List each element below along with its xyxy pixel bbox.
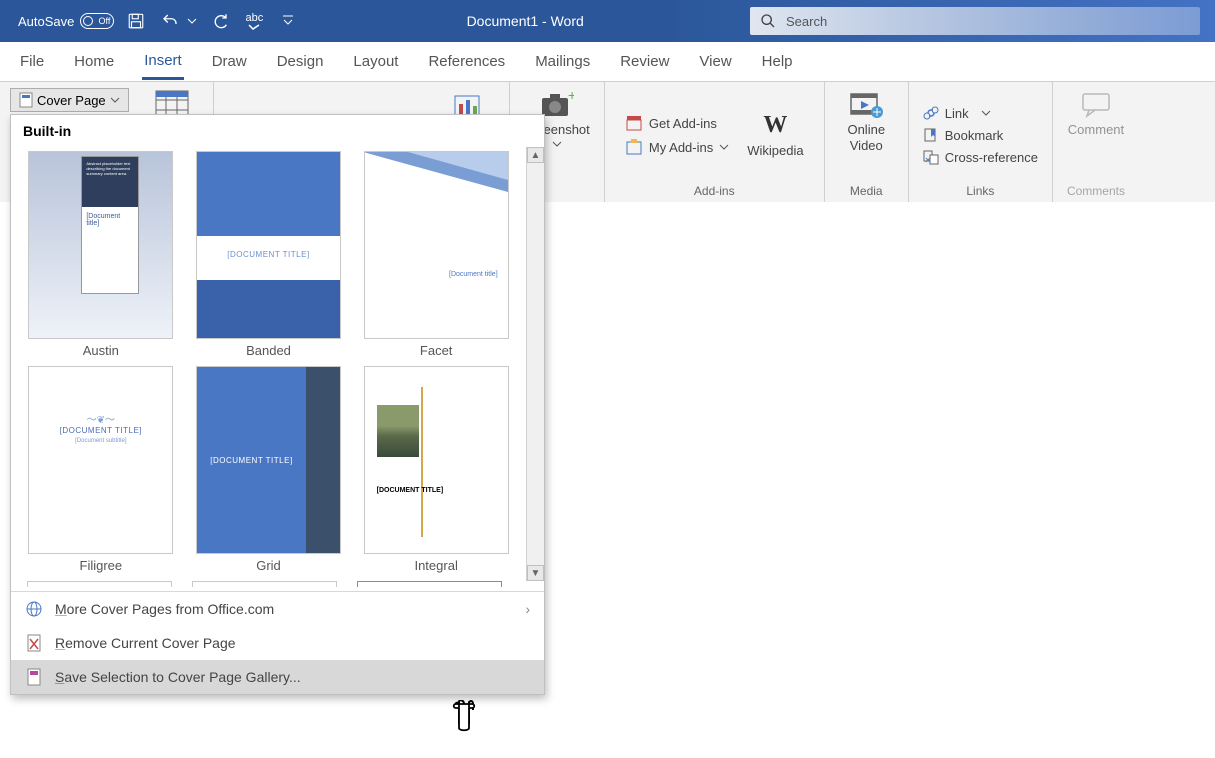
- chevron-down-icon: [110, 95, 120, 105]
- link-icon: [923, 105, 939, 121]
- comment-icon: [1079, 90, 1113, 118]
- bookmark-button[interactable]: Bookmark: [923, 127, 1004, 143]
- undo-dropdown-icon[interactable]: [186, 9, 198, 33]
- link-button[interactable]: Link: [923, 105, 991, 121]
- store-icon: [625, 114, 643, 132]
- scroll-down-icon[interactable]: ▼: [527, 565, 544, 581]
- cover-austin[interactable]: Abstract placeholder text describing the…: [27, 151, 175, 358]
- gallery-scrollbar[interactable]: ▲ ▼: [526, 147, 544, 581]
- tab-insert[interactable]: Insert: [142, 44, 184, 80]
- tab-design[interactable]: Design: [275, 45, 326, 78]
- redo-icon[interactable]: [208, 9, 232, 33]
- online-video-button[interactable]: OnlineVideo: [839, 90, 894, 153]
- cover-filigree[interactable]: 〜❦〜[DOCUMENT TITLE][Document subtitle] F…: [27, 366, 175, 573]
- autosave-toggle[interactable]: AutoSave Off: [18, 13, 114, 29]
- search-placeholder: Search: [786, 14, 827, 29]
- tab-view[interactable]: View: [697, 45, 733, 78]
- get-addins-button[interactable]: Get Add-ins: [625, 114, 717, 132]
- search-icon: [760, 13, 776, 29]
- remove-cover-page[interactable]: Remove Current Cover Page: [11, 626, 544, 660]
- tab-references[interactable]: References: [426, 45, 507, 78]
- title-bar: AutoSave Off abc Document1 - Word Search: [0, 0, 1215, 42]
- remove-page-icon: [25, 634, 43, 652]
- chevron-right-icon: ›: [525, 601, 530, 617]
- cross-reference-button[interactable]: Cross-reference: [923, 149, 1038, 165]
- autosave-label: AutoSave: [18, 14, 74, 29]
- cover-facet[interactable]: [Document title] Facet: [362, 151, 510, 358]
- search-box[interactable]: Search: [750, 7, 1200, 35]
- my-addins-button[interactable]: My Add-ins: [625, 138, 729, 156]
- chevron-down-icon: [981, 110, 991, 116]
- cover-integral[interactable]: [DOCUMENT TITLE] Integral: [362, 366, 510, 573]
- wikipedia-button[interactable]: W Wikipedia: [747, 112, 803, 158]
- gallery-section-header: Built-in: [11, 115, 544, 147]
- more-cover-pages[interactable]: More Cover Pages from Office.com ›: [11, 592, 544, 626]
- tab-home[interactable]: Home: [72, 45, 116, 78]
- scroll-up-icon[interactable]: ▲: [527, 147, 544, 163]
- qat-customize-icon[interactable]: [276, 9, 300, 33]
- menu-bar: File Home Insert Draw Design Layout Refe…: [0, 42, 1215, 82]
- page-icon: [19, 92, 33, 108]
- document-title: Document1 - Word: [300, 13, 750, 29]
- tab-file[interactable]: File: [18, 45, 46, 78]
- chevron-down-icon: [552, 141, 562, 147]
- svg-text:+: +: [568, 90, 574, 103]
- video-icon: [849, 90, 883, 118]
- tab-mailings[interactable]: Mailings: [533, 45, 592, 78]
- save-icon[interactable]: [124, 9, 148, 33]
- cover-page-button[interactable]: Cover Page: [10, 88, 129, 112]
- comments-group-label: Comments: [1067, 184, 1125, 198]
- comment-button[interactable]: Comment: [1068, 90, 1124, 137]
- cover-grid[interactable]: [DOCUMENT TITLE] Grid: [195, 366, 343, 573]
- bookmark-icon: [923, 127, 939, 143]
- chevron-down-icon: [719, 144, 729, 150]
- tab-review[interactable]: Review: [618, 45, 671, 78]
- addins-group-label: Add-ins: [694, 184, 735, 198]
- links-group-label: Links: [966, 184, 994, 198]
- addins-icon: [625, 138, 643, 156]
- globe-icon: [25, 600, 43, 618]
- wikipedia-icon: W: [763, 112, 787, 139]
- media-group-label: Media: [850, 184, 883, 198]
- tab-help[interactable]: Help: [760, 45, 795, 78]
- undo-icon[interactable]: [158, 9, 182, 33]
- tab-draw[interactable]: Draw: [210, 45, 249, 78]
- tab-layout[interactable]: Layout: [351, 45, 400, 78]
- cover-banded[interactable]: [DOCUMENT TITLE] Banded: [195, 151, 343, 358]
- spellcheck-icon[interactable]: abc: [242, 9, 266, 33]
- save-selection-to-gallery[interactable]: Save Selection to Cover Page Gallery...: [11, 660, 544, 694]
- crossref-icon: [923, 149, 939, 165]
- save-gallery-icon: [25, 668, 43, 686]
- cover-page-gallery: Built-in Abstract placeholder text descr…: [10, 114, 545, 695]
